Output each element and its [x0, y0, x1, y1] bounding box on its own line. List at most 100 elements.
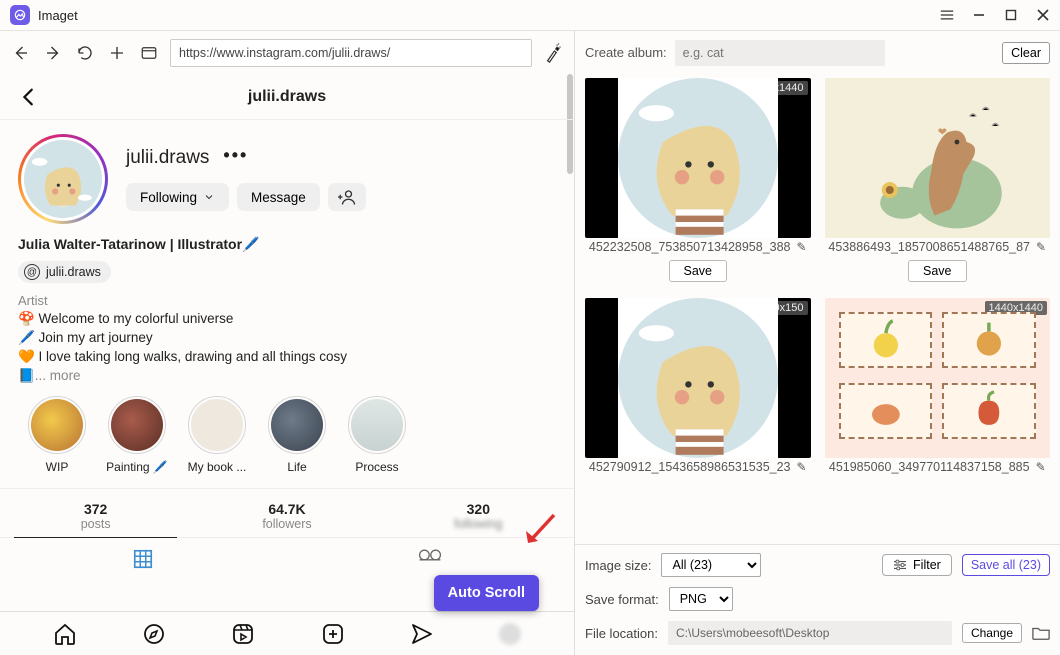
highlight-item[interactable]: My book ...: [182, 396, 252, 474]
auto-scroll-label: Auto Scroll: [448, 585, 525, 601]
bio-line: 🍄 Welcome to my colorful universe: [18, 310, 556, 329]
save-label: Save: [923, 264, 952, 278]
reels-tab-icon[interactable]: [418, 548, 442, 562]
sliders-icon: [893, 559, 907, 571]
stat-number: 372: [0, 501, 191, 517]
thumbnail-filename: 452790912_1543658986531535_23: [589, 460, 791, 474]
edit-name-icon[interactable]: ✎: [1036, 460, 1046, 474]
ig-stats-row: 372 posts 64.7K followers 320 following: [0, 488, 574, 538]
save-button[interactable]: Save: [669, 260, 728, 282]
file-location-input[interactable]: [668, 621, 952, 645]
gallery-card[interactable]: 1440x1440 452232508_753850713428958_388 …: [585, 78, 811, 292]
save-format-label: Save format:: [585, 592, 659, 607]
create-album-input[interactable]: [675, 40, 885, 66]
downloader-pane: Create album: Clear 1440x1440 452232508_…: [575, 30, 1060, 655]
thumbnail-image: [825, 298, 1051, 458]
ig-avatar: [21, 137, 105, 221]
ig-bottom-nav: [0, 611, 574, 655]
nav-tabs-icon[interactable]: [138, 42, 160, 64]
chevron-down-icon: [203, 191, 215, 203]
change-location-button[interactable]: Change: [962, 623, 1022, 643]
explore-icon[interactable]: [142, 622, 166, 646]
thumbnail-filename: 451985060_349770114837158_885: [829, 460, 1030, 474]
ig-page-title: julii.draws: [248, 88, 326, 106]
add-person-icon: [338, 189, 356, 205]
messages-icon[interactable]: [410, 622, 434, 646]
app-logo-icon: [10, 5, 30, 25]
message-label: Message: [251, 190, 306, 205]
thumbnail-image: [618, 298, 778, 458]
threads-link-pill[interactable]: @ julii.draws: [18, 261, 111, 283]
filter-label: Filter: [913, 558, 941, 572]
reels-icon[interactable]: [231, 622, 255, 646]
bio-line: 🖊️ Join my art journey: [18, 329, 556, 348]
save-label: Save: [684, 264, 713, 278]
open-folder-icon[interactable]: [1032, 624, 1050, 642]
download-controls: Image size: All (23) Filter Save all (23…: [575, 544, 1060, 655]
gallery: 1440x1440 452232508_753850713428958_388 …: [575, 74, 1060, 544]
browser-toolbar: [0, 30, 574, 74]
threads-icon: @: [24, 264, 40, 280]
file-location-label: File location:: [585, 626, 658, 641]
auto-scroll-button[interactable]: Auto Scroll: [434, 575, 539, 611]
create-album-label: Create album:: [585, 45, 667, 60]
thumbnail-image: [618, 78, 778, 238]
highlight-label: My book ...: [188, 460, 247, 474]
save-button[interactable]: Save: [908, 260, 967, 282]
ig-category-label: Artist: [18, 293, 556, 308]
profile-avatar-icon[interactable]: [499, 623, 521, 645]
window-close-icon[interactable]: [1036, 8, 1050, 22]
stat-posts[interactable]: 372 posts: [0, 489, 191, 537]
clear-button[interactable]: Clear: [1002, 42, 1050, 64]
message-button[interactable]: Message: [237, 183, 320, 211]
ig-back-icon[interactable]: [18, 86, 40, 108]
save-all-button[interactable]: Save all (23): [962, 554, 1050, 576]
nav-forward-icon[interactable]: [42, 42, 64, 64]
stat-followers[interactable]: 64.7K followers: [191, 489, 382, 537]
edit-name-icon[interactable]: ✎: [1036, 240, 1046, 254]
stat-number: 64.7K: [191, 501, 382, 517]
gallery-card[interactable]: 1440x1440 ❤ 453886493_1857008651488765_8…: [825, 78, 1051, 292]
following-button[interactable]: Following: [126, 183, 229, 211]
gallery-card[interactable]: 1440x1440 451985060_349770114837158_885 …: [825, 298, 1051, 474]
ig-page-header: julii.draws: [0, 74, 574, 120]
threads-handle: julii.draws: [46, 265, 101, 279]
ig-display-name: Julia Walter-Tatarinow | Illustrator🖊️: [18, 236, 556, 253]
filter-button[interactable]: Filter: [882, 554, 952, 576]
url-input[interactable]: [170, 39, 532, 67]
home-icon[interactable]: [53, 622, 77, 646]
save-format-select[interactable]: PNG: [669, 587, 733, 611]
highlight-label: Life: [287, 460, 306, 474]
annotation-arrow-icon: [520, 511, 560, 551]
highlight-item[interactable]: Painting 🖊️: [102, 396, 172, 474]
image-size-select[interactable]: All (23): [661, 553, 761, 577]
nav-refresh-icon[interactable]: [74, 42, 96, 64]
window-maximize-icon[interactable]: [1004, 8, 1018, 22]
grid-tab-icon[interactable]: [132, 548, 154, 570]
color-picker-icon[interactable]: [540, 40, 565, 65]
album-toolbar: Create album: Clear: [575, 30, 1060, 74]
hamburger-menu-icon[interactable]: [940, 8, 954, 22]
highlight-label: Painting 🖊️: [106, 460, 168, 474]
app-title: Imaget: [38, 8, 78, 23]
suggest-friends-button[interactable]: [328, 183, 366, 211]
ig-story-ring[interactable]: [18, 134, 108, 224]
gallery-card[interactable]: 150x150 452790912_1543658986531535_23 ✎: [585, 298, 811, 474]
ig-bio: 🍄 Welcome to my colorful universe 🖊️ Joi…: [18, 310, 556, 386]
bio-more-link[interactable]: 📘... more: [18, 367, 556, 386]
edit-name-icon[interactable]: ✎: [797, 460, 807, 474]
browser-pane: julii.draws: [0, 30, 575, 655]
nav-back-icon[interactable]: [10, 42, 32, 64]
window-minimize-icon[interactable]: [972, 8, 986, 22]
highlight-item[interactable]: WIP: [22, 396, 92, 474]
nav-newtab-icon[interactable]: [106, 42, 128, 64]
image-size-label: Image size:: [585, 558, 651, 573]
ig-highlights-row: WIP Painting 🖊️ My book ... Life Process: [18, 386, 556, 480]
highlight-item[interactable]: Life: [262, 396, 332, 474]
highlight-item[interactable]: Process: [342, 396, 412, 474]
highlight-label: Process: [355, 460, 398, 474]
create-icon[interactable]: [321, 622, 345, 646]
titlebar: Imaget: [0, 0, 1060, 30]
ig-options-icon[interactable]: •••: [223, 145, 248, 166]
edit-name-icon[interactable]: ✎: [797, 240, 807, 254]
